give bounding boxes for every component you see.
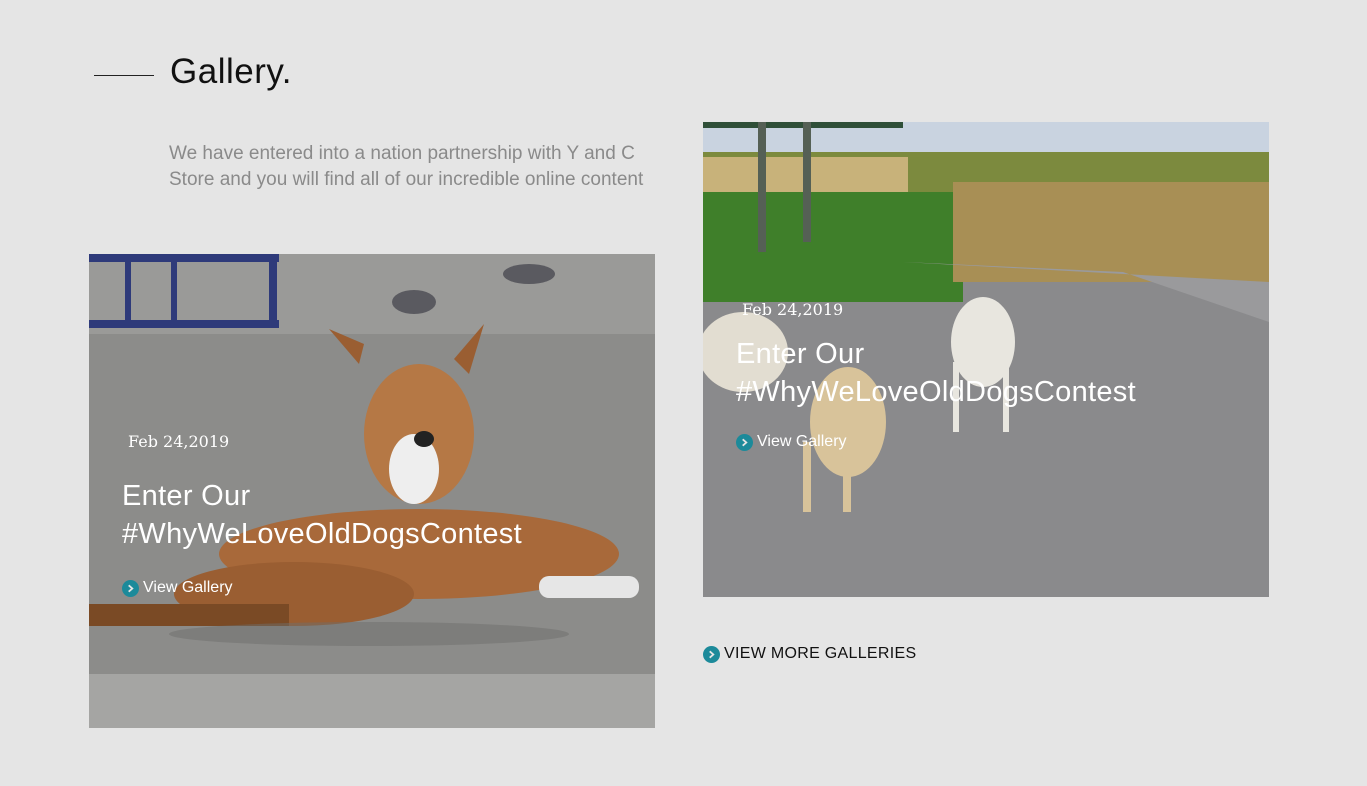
card-date: Feb 24,2019 xyxy=(128,432,230,451)
chevron-right-circle-icon xyxy=(703,645,720,663)
card-title-line2: #WhyWeLoveOldDogsContest xyxy=(736,376,1136,408)
card-caption: Feb 24,2019 Enter Our #WhyWeLoveOldDogsC… xyxy=(736,300,1136,451)
gallery-card[interactable]: Feb 24,2019 Enter Our #WhyWeLoveOldDogsC… xyxy=(703,122,1269,597)
view-gallery-link[interactable]: View Gallery xyxy=(122,579,522,597)
card-title: Enter Our #WhyWeLoveOldDogsContest xyxy=(736,335,1136,411)
card-title-line2: #WhyWeLoveOldDogsContest xyxy=(122,518,522,550)
card-title-line1: Enter Our xyxy=(122,480,251,512)
card-date: Feb 24,2019 xyxy=(742,300,844,319)
view-gallery-link[interactable]: View Gallery xyxy=(736,433,1136,451)
card-caption: Feb 24,2019 Enter Our #WhyWeLoveOldDogsC… xyxy=(122,432,522,597)
view-more-galleries-link[interactable]: VIEW MORE GALLERIES xyxy=(703,645,916,663)
view-more-galleries-label: VIEW MORE GALLERIES xyxy=(724,645,917,662)
view-gallery-label: View Gallery xyxy=(757,433,847,450)
gallery-card[interactable]: Feb 24,2019 Enter Our #WhyWeLoveOldDogsC… xyxy=(89,254,655,728)
title-rule xyxy=(94,75,154,76)
intro-text: We have entered into a nation partnershi… xyxy=(169,143,644,190)
view-gallery-label: View Gallery xyxy=(143,579,233,596)
chevron-right-circle-icon xyxy=(122,579,139,597)
chevron-right-circle-icon xyxy=(736,433,753,451)
card-title: Enter Our #WhyWeLoveOldDogsContest xyxy=(122,477,522,553)
card-title-line1: Enter Our xyxy=(736,338,865,370)
section-title: Gallery. xyxy=(170,52,292,91)
